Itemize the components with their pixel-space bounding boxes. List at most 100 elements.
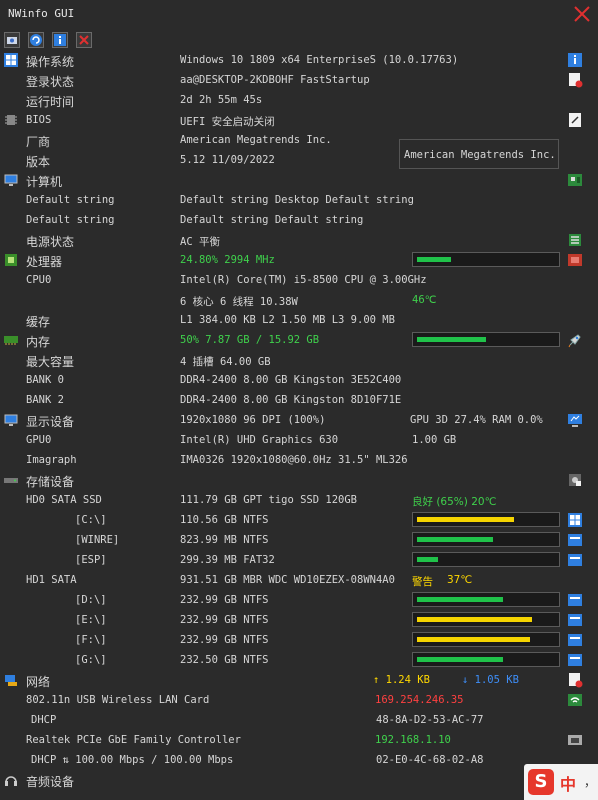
refresh-icon xyxy=(30,34,42,46)
cache-label: 缓存 xyxy=(26,315,51,329)
computer-row[interactable]: 计算机 xyxy=(0,170,598,190)
network-off-icon[interactable] xyxy=(567,672,583,688)
volume-usage-fill-f xyxy=(417,637,530,642)
cache-value: L1 384.00 KB L2 1.50 MB L3 9.00 MB xyxy=(180,314,395,326)
title-bar: NWinfo GUI xyxy=(0,0,598,30)
window-title: NWinfo GUI xyxy=(8,7,75,20)
memory-row[interactable]: 内存 50% 7.87 GB / 15.92 GB xyxy=(0,330,598,350)
rocket-icon[interactable] xyxy=(567,332,583,348)
volume-label-c: [C:\] xyxy=(75,514,107,526)
hd0-row[interactable]: HD0 SATA SSD 111.79 GB GPT tigo SSD 120G… xyxy=(0,490,598,510)
ime-indicator[interactable]: S 中 ， xyxy=(524,764,598,800)
gpu0-row[interactable]: GPU0 Intel(R) UHD Graphics 630 1.00 GB xyxy=(0,430,598,450)
wifi-icon[interactable] xyxy=(567,692,583,708)
memory-label: 内存 xyxy=(26,335,51,349)
bank2-row[interactable]: BANK 2 DDR4-2400 8.00 GB Kingston 8D10F7… xyxy=(0,390,598,410)
exit-button[interactable] xyxy=(76,32,92,48)
volume-value-esp: 299.39 MB FAT32 xyxy=(180,554,275,566)
power-value: AC 平衡 xyxy=(180,236,220,248)
cache-row[interactable]: 缓存 L1 384.00 KB L2 1.50 MB L3 9.00 MB xyxy=(0,310,598,330)
drive-icon[interactable] xyxy=(567,532,583,548)
volume-row-esp[interactable]: [ESP] 299.39 MB FAT32 xyxy=(0,550,598,570)
document-icon[interactable] xyxy=(567,112,583,128)
tooltip-text: American Megatrends Inc. xyxy=(404,149,556,161)
volume-row-g[interactable]: [G:\] 232.50 GB NTFS xyxy=(0,650,598,670)
wlan-ip: 169.254.246.35 xyxy=(375,694,464,706)
ethernet-row[interactable]: Realtek PCIe GbE Family Controller 192.1… xyxy=(0,730,598,750)
default-string-row-1[interactable]: Default string Default string Desktop De… xyxy=(0,190,598,210)
network-row[interactable]: 网络 ↑ 1.24 KB ↓ 1.05 KB xyxy=(0,670,598,690)
cpu-cores-row[interactable]: 6 核心 6 线程 10.38W 46℃ xyxy=(0,290,598,310)
display-row[interactable]: 显示设备 1920x1080 96 DPI (100%) GPU 3D 27.4… xyxy=(0,410,598,430)
cpu-label: 处理器 xyxy=(26,255,63,269)
wlan-label: 802.11n USB Wireless LAN Card xyxy=(26,694,210,706)
volume-value-g: 232.50 GB NTFS xyxy=(180,654,269,666)
drive-icon[interactable] xyxy=(567,612,583,628)
bank0-row[interactable]: BANK 0 DDR4-2400 8.00 GB Kingston 3E52C4… xyxy=(0,370,598,390)
wlan-dhcp-row[interactable]: DHCP 48-8A-D2-53-AC-77 xyxy=(0,710,598,730)
hd1-label: HD1 SATA xyxy=(26,574,77,586)
hd0-value: 111.79 GB GPT tigo SSD 120GB xyxy=(180,494,358,506)
volume-label-e: [E:\] xyxy=(75,614,107,626)
default-string-value-2: Default string Default string xyxy=(180,214,364,226)
power-row[interactable]: 电源状态 AC 平衡 xyxy=(0,230,598,250)
cpu0-row[interactable]: CPU0 Intel(R) Core(TM) i5-8500 CPU @ 3.0… xyxy=(0,270,598,290)
bios-value: UEFI 安全启动关闭 xyxy=(180,116,275,128)
audio-row[interactable]: 音频设备 xyxy=(0,770,598,790)
hard-drive-icon xyxy=(4,478,18,483)
os-row[interactable]: 操作系统 Windows 10 1809 x64 EnterpriseS (10… xyxy=(0,50,598,70)
user-off-icon[interactable] xyxy=(567,72,583,88)
cpu-icon xyxy=(5,254,17,266)
ethernet-dhcp-row[interactable]: DHCP ⇅ 100.00 Mbps / 100.00 Mbps 02-E0-4… xyxy=(0,750,598,770)
monitor-row[interactable]: Imagraph IMA0326 1920x1080@60.0Hz 31.5" … xyxy=(0,450,598,470)
motherboard-icon[interactable] xyxy=(567,172,583,188)
volume-row-f[interactable]: [F:\] 232.99 GB NTFS xyxy=(0,630,598,650)
drive-icon[interactable] xyxy=(567,632,583,648)
close-icon[interactable] xyxy=(572,4,592,24)
login-label: 登录状态 xyxy=(26,75,75,89)
volume-value-winre: 823.99 MB NTFS xyxy=(180,534,269,546)
max-capacity-value: 4 插槽 64.00 GB xyxy=(180,356,271,368)
windows-drive-icon[interactable] xyxy=(567,512,583,528)
bios-row[interactable]: BIOS UEFI 安全启动关闭 xyxy=(0,110,598,130)
sogou-logo-icon: S xyxy=(528,769,554,795)
default-string-row-2[interactable]: Default string Default string Default st… xyxy=(0,210,598,230)
disk-lock-icon[interactable] xyxy=(567,472,583,488)
cpu-chart-icon[interactable] xyxy=(567,252,583,268)
volume-usage-bar-winre xyxy=(412,532,560,547)
volume-usage-bar-g xyxy=(412,652,560,667)
volume-label-g: [G:\] xyxy=(75,654,107,666)
about-button[interactable] xyxy=(52,32,68,48)
login-row[interactable]: 登录状态 aa@DESKTOP-2KDBOHF FastStartup xyxy=(0,70,598,90)
cpu-usage-fill xyxy=(417,257,451,262)
drive-icon[interactable] xyxy=(567,592,583,608)
bank2-value: DDR4-2400 8.00 GB Kingston 8D10F71E xyxy=(180,394,402,406)
max-capacity-row[interactable]: 最大容量 4 插槽 64.00 GB xyxy=(0,350,598,370)
volume-row-winre[interactable]: [WINRE] 823.99 MB NTFS xyxy=(0,530,598,550)
info-icon[interactable] xyxy=(567,52,583,68)
bios-label: BIOS xyxy=(26,114,52,126)
battery-icon[interactable] xyxy=(567,232,583,248)
wlan-row[interactable]: 802.11n USB Wireless LAN Card 169.254.24… xyxy=(0,690,598,710)
storage-row[interactable]: 存储设备 xyxy=(0,470,598,490)
volume-row-d[interactable]: [D:\] 232.99 GB NTFS xyxy=(0,590,598,610)
drive-icon[interactable] xyxy=(567,552,583,568)
refresh-button[interactable] xyxy=(28,32,44,48)
volume-row-c[interactable]: [C:\] 110.56 GB NTFS xyxy=(0,510,598,530)
screenshot-button[interactable] xyxy=(4,32,20,48)
chip-icon xyxy=(5,115,17,125)
volume-usage-bar-d xyxy=(412,592,560,607)
cpu-row[interactable]: 处理器 24.80% 2994 MHz xyxy=(0,250,598,270)
uptime-row[interactable]: 运行时间 2d 2h 55m 45s xyxy=(0,90,598,110)
volume-row-e[interactable]: [E:\] 232.99 GB NTFS xyxy=(0,610,598,630)
volume-label-winre: [WINRE] xyxy=(75,534,120,546)
gpu0-memory: 1.00 GB xyxy=(412,434,457,446)
cpu0-value: Intel(R) Core(TM) i5-8500 CPU @ 3.00GHz xyxy=(180,274,427,286)
ethernet-icon[interactable] xyxy=(567,732,583,748)
drive-icon[interactable] xyxy=(567,652,583,668)
display-settings-icon[interactable] xyxy=(567,412,583,428)
network-icon xyxy=(5,675,17,686)
hd1-row[interactable]: HD1 SATA 931.51 GB MBR WDC WD10EZEX-08WN… xyxy=(0,570,598,590)
memory-icon xyxy=(4,336,18,345)
network-upload-speed: ↑ 1.24 KB xyxy=(373,674,430,686)
